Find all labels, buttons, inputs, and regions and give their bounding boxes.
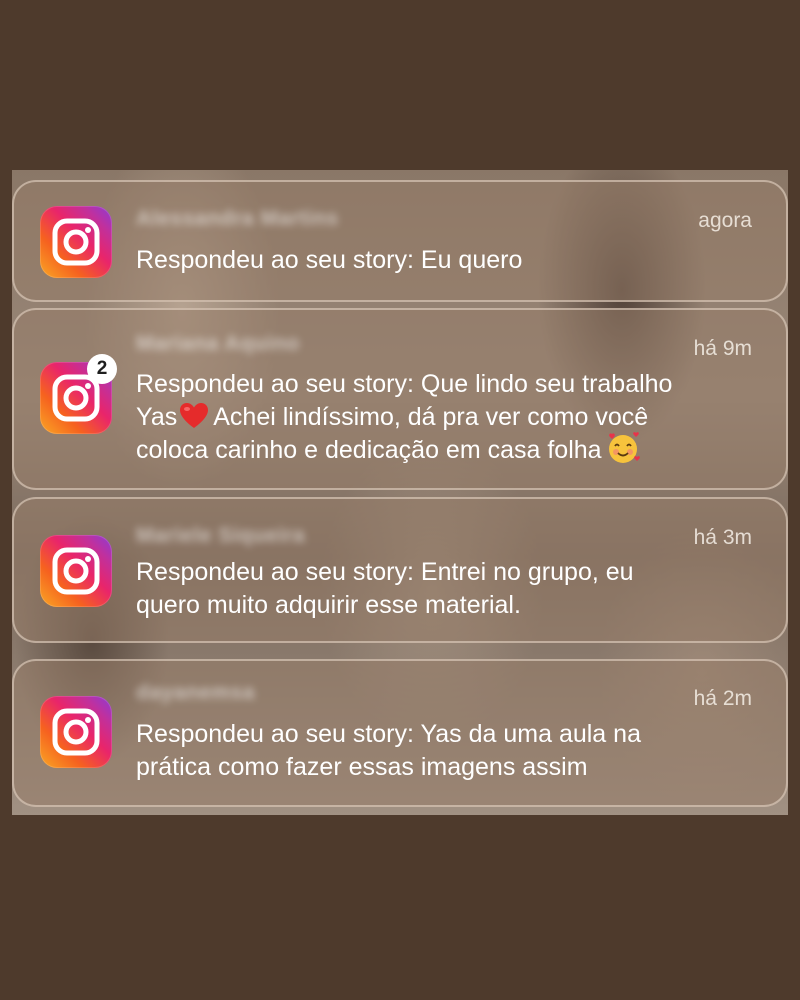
notification-count-badge: 2 — [87, 354, 117, 384]
sender-name: dayanemsa — [136, 681, 255, 704]
message-line: Respondeu ao seu story: Eu quero — [136, 246, 523, 274]
message-line: Respondeu ao seu story: Yas da uma aula … — [136, 720, 641, 748]
message-line: coloca carinho e dedicação em casa folha — [136, 432, 758, 467]
instagram-icon — [40, 206, 112, 278]
message-text: coloca carinho e dedicação em casa folha — [136, 436, 602, 464]
lock-screen-screenshot: Alessandra Martins agora Respondeu ao se… — [12, 170, 788, 815]
notification-card[interactable]: dayanemsa há 2m Respondeu ao seu story: … — [12, 659, 788, 807]
message-text: Achei lindíssimo, dá pra ver como você — [213, 403, 649, 431]
sender-name: Mariana Aquino — [136, 332, 300, 355]
notification-time: há 3m — [693, 526, 752, 549]
notification-message: Respondeu ao seu story: Yas da uma aula … — [136, 718, 758, 784]
notification-message: Respondeu ao seu story: Entrei no grupo,… — [136, 556, 758, 622]
notification-card[interactable]: Mariele Siqueira há 3m Respondeu ao seu … — [12, 497, 788, 643]
instagram-icon — [40, 535, 112, 607]
message-text: Yas — [136, 403, 178, 431]
notification-message: Respondeu ao seu story: Eu quero — [136, 244, 758, 277]
message-line: Respondeu ao seu story: Que lindo seu tr… — [136, 370, 673, 398]
message-line: quero muito adquirir esse material. — [136, 591, 521, 619]
red-heart-emoji — [180, 403, 209, 429]
message-line: Respondeu ao seu story: Entrei no grupo,… — [136, 558, 634, 586]
notification-card[interactable]: Alessandra Martins agora Respondeu ao se… — [12, 180, 788, 302]
smiling-face-with-hearts-emoji — [608, 432, 640, 464]
message-line: prática como fazer essas imagens assim — [136, 753, 588, 781]
notification-time: agora — [698, 209, 752, 232]
notification-card[interactable]: 2 Mariana Aquino há 9m Respondeu ao seu … — [12, 308, 788, 490]
sender-name: Mariele Siqueira — [136, 524, 306, 547]
notification-message: Respondeu ao seu story: Que lindo seu tr… — [136, 368, 758, 467]
sender-name: Alessandra Martins — [136, 207, 339, 230]
instagram-icon — [40, 696, 112, 768]
message-line: Yas Achei lindíssimo, dá pra ver como voc… — [136, 401, 758, 434]
notification-time: há 9m — [693, 337, 752, 360]
notification-time: há 2m — [693, 687, 752, 710]
